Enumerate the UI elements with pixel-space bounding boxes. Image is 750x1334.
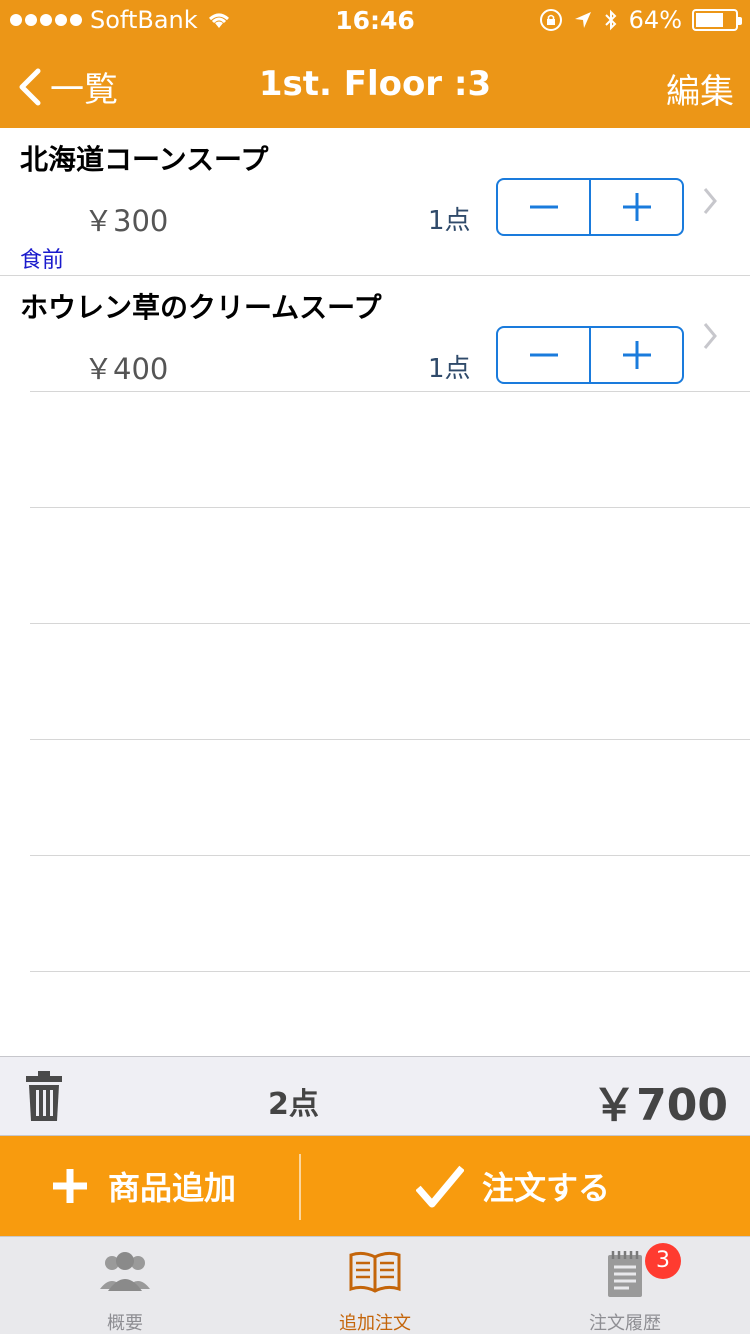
bluetooth-icon (604, 9, 617, 31)
place-order-label: 注文する (482, 1169, 611, 1207)
item-price: ￥400 (84, 352, 169, 386)
quantity-stepper[interactable] (496, 326, 684, 384)
item-price: ￥300 (84, 204, 169, 238)
tab-label: 注文履歴 (589, 1313, 661, 1334)
action-bar: 商品追加 注文する (0, 1136, 750, 1236)
tab-label: 追加注文 (339, 1313, 411, 1334)
people-icon (100, 1252, 150, 1291)
tab-add-order[interactable]: 追加注文 (250, 1237, 500, 1334)
edit-button[interactable]: 編集 (666, 64, 734, 113)
row-separator (30, 739, 750, 740)
minus-icon (529, 353, 558, 357)
minus-icon (529, 205, 558, 209)
tab-bar: 概要 追加注文 3 注文履歴 (0, 1236, 750, 1334)
tab-label: 概要 (107, 1313, 143, 1334)
item-quantity: 1点 (428, 206, 471, 236)
decrement-button[interactable] (498, 180, 589, 234)
plus-icon (622, 193, 651, 221)
item-note: 食前 (20, 248, 65, 273)
trash-icon[interactable] (24, 1071, 64, 1121)
row-separator (30, 971, 750, 972)
add-item-button[interactable]: 商品追加 (50, 1136, 236, 1236)
add-item-label: 商品追加 (108, 1169, 237, 1207)
battery-icon (692, 9, 742, 31)
page-title: 1st. Floor :3 (258, 64, 492, 104)
item-name: ホウレン草のクリームスープ (20, 291, 382, 324)
rotation-lock-icon (539, 9, 562, 31)
total-price: ￥700 (592, 1080, 728, 1131)
plus-icon (53, 1169, 87, 1203)
divider (299, 1154, 301, 1220)
notepad-icon (608, 1251, 642, 1297)
row-separator (30, 855, 750, 856)
increment-button[interactable] (589, 328, 682, 382)
battery-percent: 64% (628, 6, 682, 34)
location-icon (574, 12, 591, 28)
total-count: 2点 (268, 1087, 319, 1122)
row-separator (30, 507, 750, 508)
status-bar: SoftBank 16:46 64% (0, 0, 750, 40)
row-separator (30, 623, 750, 624)
decrement-button[interactable] (498, 328, 589, 382)
quantity-stepper[interactable] (496, 178, 684, 236)
checkmark-icon (416, 1165, 464, 1208)
place-order-button[interactable]: 注文する (416, 1136, 610, 1236)
item-name: 北海道コーンスープ (20, 143, 269, 176)
increment-button[interactable] (589, 180, 682, 234)
status-right: 64% (539, 6, 742, 34)
header: SoftBank 16:46 64% 一覧 1st. Floor:3 編集 (0, 0, 750, 128)
row-separator (30, 391, 750, 392)
chevron-right-icon[interactable] (702, 186, 718, 216)
chevron-right-icon[interactable] (702, 321, 718, 351)
order-list: 北海道コーンスープ ￥300 1点 食前 ホウレン草のクリームスープ ￥400 … (0, 128, 750, 392)
tab-order-history[interactable]: 3 注文履歴 (500, 1237, 750, 1334)
list-item[interactable]: 北海道コーンスープ ￥300 1点 食前 (0, 128, 750, 276)
item-quantity: 1点 (428, 354, 471, 384)
nav-bar: 一覧 1st. Floor :3 編集 (0, 40, 750, 128)
tab-overview[interactable]: 概要 (0, 1237, 250, 1334)
list-item[interactable]: ホウレン草のクリームスープ ￥400 1点 (0, 276, 750, 392)
plus-icon (622, 341, 651, 369)
book-icon (349, 1251, 401, 1293)
order-summary: 2点 ￥700 (0, 1056, 750, 1136)
notification-badge: 3 (645, 1243, 681, 1279)
